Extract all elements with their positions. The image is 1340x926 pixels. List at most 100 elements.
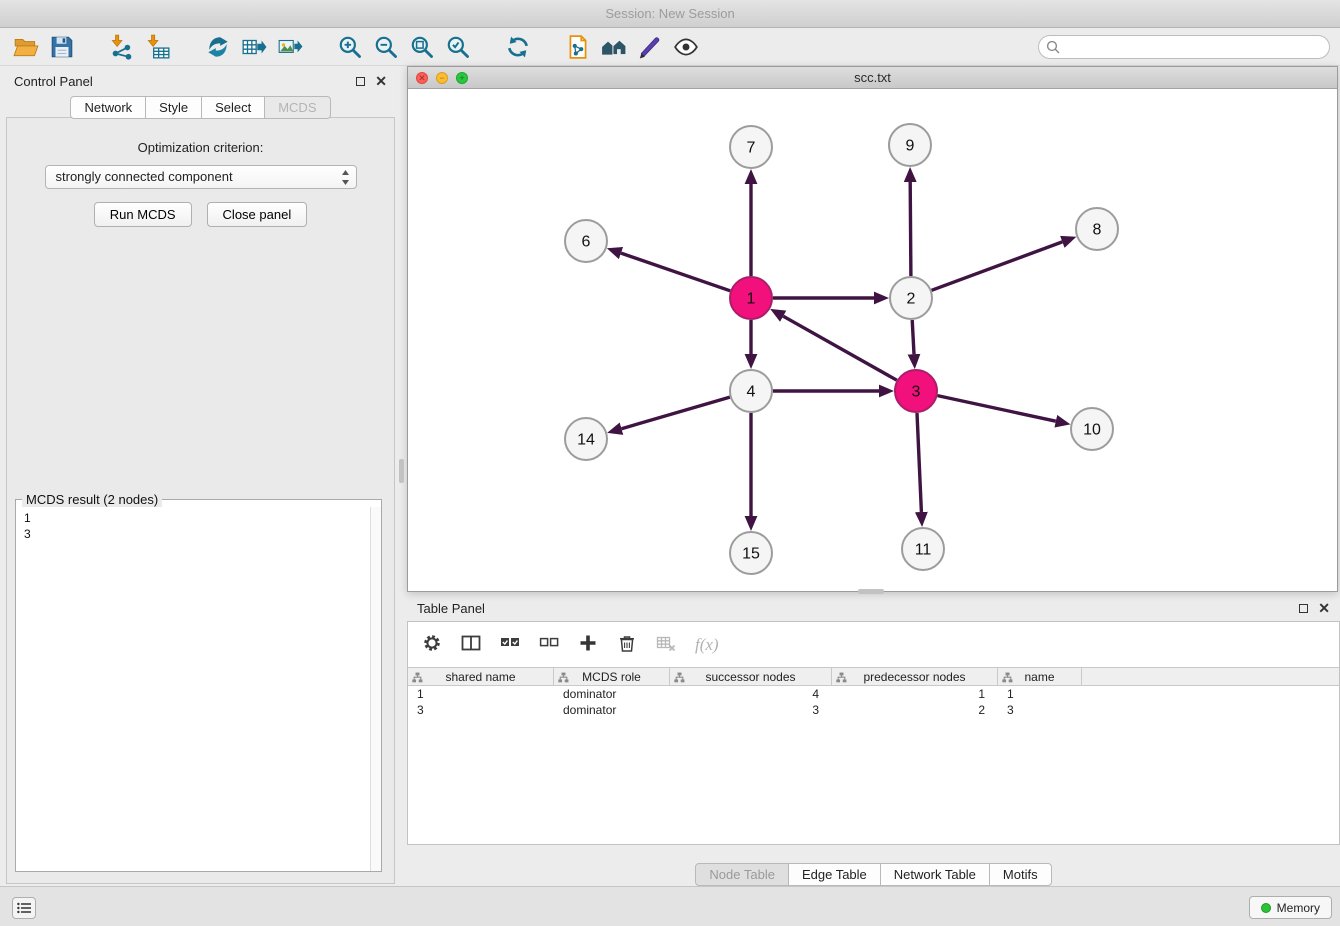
tab-node-table[interactable]: Node Table bbox=[695, 863, 789, 886]
table-panel: Table Panel ✕ bbox=[407, 595, 1340, 886]
cell-mcds-role: dominator bbox=[554, 702, 670, 718]
tab-select[interactable]: Select bbox=[201, 96, 265, 119]
float-panel-icon[interactable] bbox=[356, 77, 365, 86]
criterion-select[interactable]: strongly connected component bbox=[45, 165, 357, 189]
delete-table-icon bbox=[656, 633, 676, 656]
edge-2-3[interactable] bbox=[912, 320, 914, 354]
edge-3-1[interactable] bbox=[783, 316, 897, 380]
import-table-icon[interactable] bbox=[140, 31, 176, 63]
zoom-selected-icon[interactable] bbox=[440, 31, 476, 63]
column-header-predecessor-nodes[interactable]: predecessor nodes bbox=[832, 668, 998, 685]
float-table-panel-icon[interactable] bbox=[1299, 604, 1308, 613]
table-row-1[interactable]: 1dominator411 bbox=[408, 686, 1339, 702]
memory-label: Memory bbox=[1277, 901, 1320, 915]
node-9[interactable]: 9 bbox=[889, 124, 931, 166]
apply-layout-icon[interactable] bbox=[560, 31, 596, 63]
task-history-button[interactable] bbox=[12, 897, 36, 919]
node-3[interactable]: 3 bbox=[895, 370, 937, 412]
edge-3-10[interactable] bbox=[938, 396, 1056, 422]
column-settings-icon[interactable] bbox=[422, 633, 442, 656]
add-row-icon[interactable] bbox=[578, 633, 598, 656]
select-all-icon[interactable] bbox=[500, 633, 520, 656]
tab-mcds[interactable]: MCDS bbox=[264, 96, 330, 119]
vertical-splitter-handle[interactable] bbox=[399, 459, 404, 483]
column-header-shared-name[interactable]: shared name bbox=[408, 668, 554, 685]
network-window: ✕ − + scc.txt 7968124314101511 bbox=[407, 66, 1338, 592]
save-icon[interactable] bbox=[44, 31, 80, 63]
table-panel-header: Table Panel ✕ bbox=[407, 595, 1340, 621]
search-input[interactable] bbox=[1038, 35, 1330, 59]
node-label-9: 9 bbox=[906, 138, 915, 155]
list-icon bbox=[17, 902, 31, 914]
export-network-icon[interactable] bbox=[200, 31, 236, 63]
close-panel-button[interactable]: Close panel bbox=[207, 202, 308, 227]
node-14[interactable]: 14 bbox=[565, 418, 607, 460]
export-image-icon[interactable] bbox=[272, 31, 308, 63]
node-label-11: 11 bbox=[915, 542, 932, 559]
horizontal-splitter-handle[interactable] bbox=[858, 589, 884, 594]
mcds-result-scrollbar[interactable] bbox=[370, 507, 381, 871]
tab-style[interactable]: Style bbox=[145, 96, 202, 119]
import-network-icon[interactable] bbox=[104, 31, 140, 63]
node-7[interactable]: 7 bbox=[730, 126, 772, 168]
vizmapper-icon[interactable] bbox=[632, 31, 668, 63]
application-window: Session: New Session bbox=[0, 0, 1340, 926]
eye-icon[interactable] bbox=[668, 31, 704, 63]
refresh-icon[interactable] bbox=[500, 31, 536, 63]
column-header-successor-nodes[interactable]: successor nodes bbox=[670, 668, 832, 685]
table-toolbar: f(x) bbox=[408, 622, 1339, 667]
control-panel-tabs: NetworkStyleSelectMCDS bbox=[6, 96, 395, 119]
tab-network[interactable]: Network bbox=[70, 96, 146, 119]
cell-predecessor-nodes: 1 bbox=[832, 686, 998, 702]
toolbar-gap bbox=[80, 46, 104, 47]
node-6[interactable]: 6 bbox=[565, 220, 607, 262]
node-15[interactable]: 15 bbox=[730, 532, 772, 574]
graph-canvas[interactable]: 7 9 6 8 1 2 4 3 14 10 15 11 bbox=[408, 89, 1337, 591]
function-builder-icon: f(x) bbox=[695, 635, 719, 655]
zoom-in-icon[interactable] bbox=[332, 31, 368, 63]
node-8[interactable]: 8 bbox=[1076, 208, 1118, 250]
edge-2-9[interactable] bbox=[910, 182, 911, 276]
node-1[interactable]: 1 bbox=[730, 277, 772, 319]
select-arrows-icon bbox=[341, 170, 350, 192]
edge-3-11[interactable] bbox=[917, 413, 921, 512]
tab-edge-table[interactable]: Edge Table bbox=[788, 863, 881, 886]
column-header-name[interactable]: name bbox=[998, 668, 1082, 685]
deselect-all-icon[interactable] bbox=[539, 633, 559, 656]
mcds-result-lines: 1 3 bbox=[16, 507, 369, 871]
node-label-2: 2 bbox=[907, 291, 916, 308]
window-minimize-button[interactable]: − bbox=[436, 72, 448, 84]
close-panel-icon[interactable]: ✕ bbox=[375, 76, 387, 86]
first-neighbors-icon[interactable] bbox=[596, 31, 632, 63]
memory-status-icon bbox=[1261, 903, 1271, 913]
edge-1-6[interactable] bbox=[621, 253, 730, 291]
run-mcds-button[interactable]: Run MCDS bbox=[94, 202, 192, 227]
tab-motifs[interactable]: Motifs bbox=[989, 863, 1052, 886]
memory-button[interactable]: Memory bbox=[1249, 896, 1332, 919]
window-title: Session: New Session bbox=[605, 6, 734, 21]
toolbar-gap bbox=[536, 46, 560, 47]
cell-name: 1 bbox=[998, 686, 1082, 702]
tab-network-table[interactable]: Network Table bbox=[880, 863, 990, 886]
node-2[interactable]: 2 bbox=[890, 277, 932, 319]
export-table-icon[interactable] bbox=[236, 31, 272, 63]
edge-2-8[interactable] bbox=[932, 242, 1063, 290]
delete-row-icon[interactable] bbox=[617, 633, 637, 656]
toolbar-gap bbox=[476, 46, 500, 47]
control-panel-title: Control Panel bbox=[14, 74, 356, 89]
window-close-button[interactable]: ✕ bbox=[416, 72, 428, 84]
window-zoom-button[interactable]: + bbox=[456, 72, 468, 84]
cell-predecessor-nodes: 2 bbox=[832, 702, 998, 718]
zoom-fit-icon[interactable] bbox=[404, 31, 440, 63]
node-label-7: 7 bbox=[747, 140, 756, 157]
column-header-mcds-role[interactable]: MCDS role bbox=[554, 668, 670, 685]
node-10[interactable]: 10 bbox=[1071, 408, 1113, 450]
open-folder-icon[interactable] bbox=[8, 31, 44, 63]
table-row-2[interactable]: 3dominator323 bbox=[408, 702, 1339, 718]
close-table-panel-icon[interactable]: ✕ bbox=[1318, 603, 1330, 613]
node-4[interactable]: 4 bbox=[730, 370, 772, 412]
split-columns-icon[interactable] bbox=[461, 633, 481, 656]
edge-4-14[interactable] bbox=[622, 397, 730, 429]
node-11[interactable]: 11 bbox=[902, 528, 944, 570]
zoom-out-icon[interactable] bbox=[368, 31, 404, 63]
